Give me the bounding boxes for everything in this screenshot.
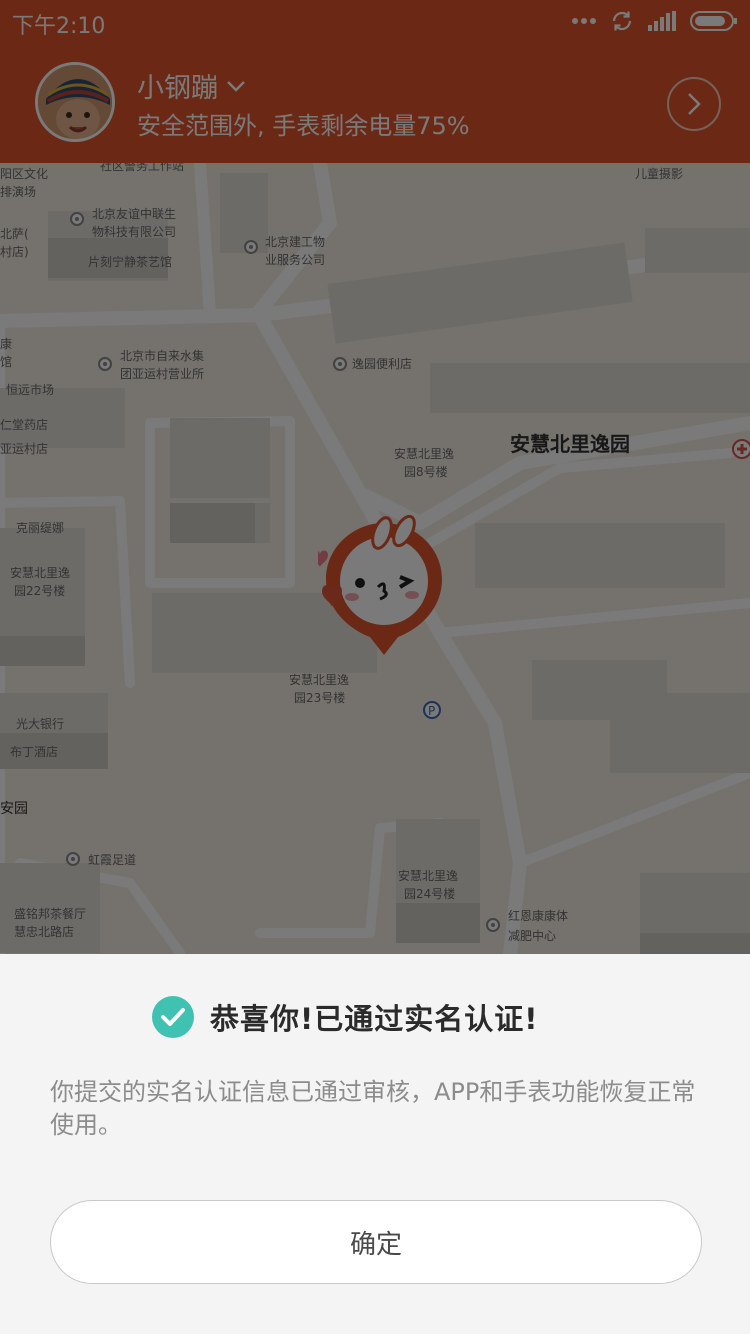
success-check-icon — [152, 996, 194, 1038]
child-avatar[interactable] — [35, 62, 115, 142]
map-label: 物科技有限公司 — [92, 225, 177, 239]
child-info-row[interactable]: 小钢蹦 安全范围外, 手表剩余电量75% — [0, 56, 750, 156]
map-label: 安慧北里逸 — [394, 447, 455, 461]
map-label: 北京友谊中联生 — [92, 207, 177, 221]
verification-success-sheet: 恭喜你!已通过实名认证! 你提交的实名认证信息已通过审核，APP和手表功能恢复正… — [0, 954, 750, 1334]
map-label: 虹霞足道 — [88, 853, 137, 867]
map-label: 社区警务工作站 — [100, 163, 185, 173]
poi-dot — [98, 357, 112, 371]
status-time: 下午2:10 — [12, 14, 106, 39]
app-header: 下午2:10 小钢蹦 安全范围外, 手表剩余电量75% — [0, 0, 750, 163]
map-label: 安园 — [0, 801, 28, 817]
poi-dot — [333, 357, 347, 371]
success-description: 你提交的实名认证信息已通过审核，APP和手表功能恢复正常使用。 — [50, 1078, 696, 1139]
map-label: 儿童摄影 — [635, 167, 684, 181]
map-label: 片刻宁静茶艺馆 — [88, 255, 173, 269]
map-label: 康 — [0, 337, 13, 351]
map-label: 安慧北里逸园 — [510, 432, 630, 456]
map-label: 排演场 — [0, 185, 37, 199]
location-map[interactable]: P 阳区文化 排演场 社区警务工作站 北京友谊中联生 物科技有限公司 北萨( 村… — [0, 163, 750, 954]
detail-button[interactable] — [667, 77, 721, 131]
map-label: 光大银行 — [16, 717, 65, 731]
map-label: 减肥中心 — [508, 929, 557, 943]
poi-dot — [66, 852, 80, 866]
map-label: 安慧北里逸 — [289, 673, 350, 687]
map-label: 安慧北里逸 — [10, 566, 71, 580]
map-label: 业服务公司 — [265, 253, 326, 267]
map-label: 北京市自来水集 — [120, 349, 205, 363]
map-label: 慧忠北路店 — [14, 925, 75, 939]
map-label: 团亚运村营业所 — [120, 367, 205, 381]
chevron-right-icon — [688, 93, 701, 115]
more-dots-icon — [572, 18, 596, 24]
map-label: 克丽缇娜 — [16, 521, 65, 535]
map-label: 亚运村店 — [0, 442, 49, 456]
map-label: 阳区文化 — [0, 167, 49, 181]
watch-status-text: 安全范围外, 手表剩余电量75% — [137, 112, 470, 140]
map-label: 北萨( — [0, 227, 29, 241]
map-label: 逸园便利店 — [352, 357, 413, 371]
map-label: 仁堂药店 — [0, 418, 49, 432]
map-label: 布丁酒店 — [10, 745, 59, 759]
status-bar: 下午2:10 — [0, 0, 750, 40]
map-label: 园8号楼 — [404, 465, 448, 479]
success-header: 恭喜你!已通过实名认证! — [152, 996, 538, 1038]
child-name-selector[interactable]: 小钢蹦 — [137, 66, 246, 105]
confirm-button[interactable]: 确定 — [50, 1200, 702, 1284]
svg-text:P: P — [428, 704, 435, 718]
map-label: 园24号楼 — [404, 887, 456, 901]
status-icons — [572, 8, 738, 34]
map-label: 北京建工物 — [265, 235, 326, 249]
battery-icon — [690, 11, 737, 31]
chevron-down-icon — [227, 80, 245, 92]
map-label: 红恩康康体 — [508, 909, 569, 923]
map-label: 安慧北里逸 — [398, 869, 459, 883]
poi-dot — [70, 212, 84, 226]
map-label: 园22号楼 — [14, 584, 66, 598]
sync-icon — [612, 11, 632, 31]
map-label: 园23号楼 — [294, 691, 346, 705]
map-label: 盛铭邦茶餐厅 — [14, 907, 87, 921]
map-label: 馆 — [0, 355, 13, 369]
map-label: 恒远市场 — [6, 383, 55, 397]
success-title: 恭喜你!已通过实名认证! — [210, 1002, 539, 1036]
signal-icon — [648, 11, 676, 31]
child-location-marker[interactable] — [312, 514, 450, 665]
child-name: 小钢蹦 — [137, 73, 218, 104]
map-label: 村店) — [0, 245, 29, 259]
poi-dot — [486, 918, 500, 932]
poi-dot — [244, 240, 258, 254]
